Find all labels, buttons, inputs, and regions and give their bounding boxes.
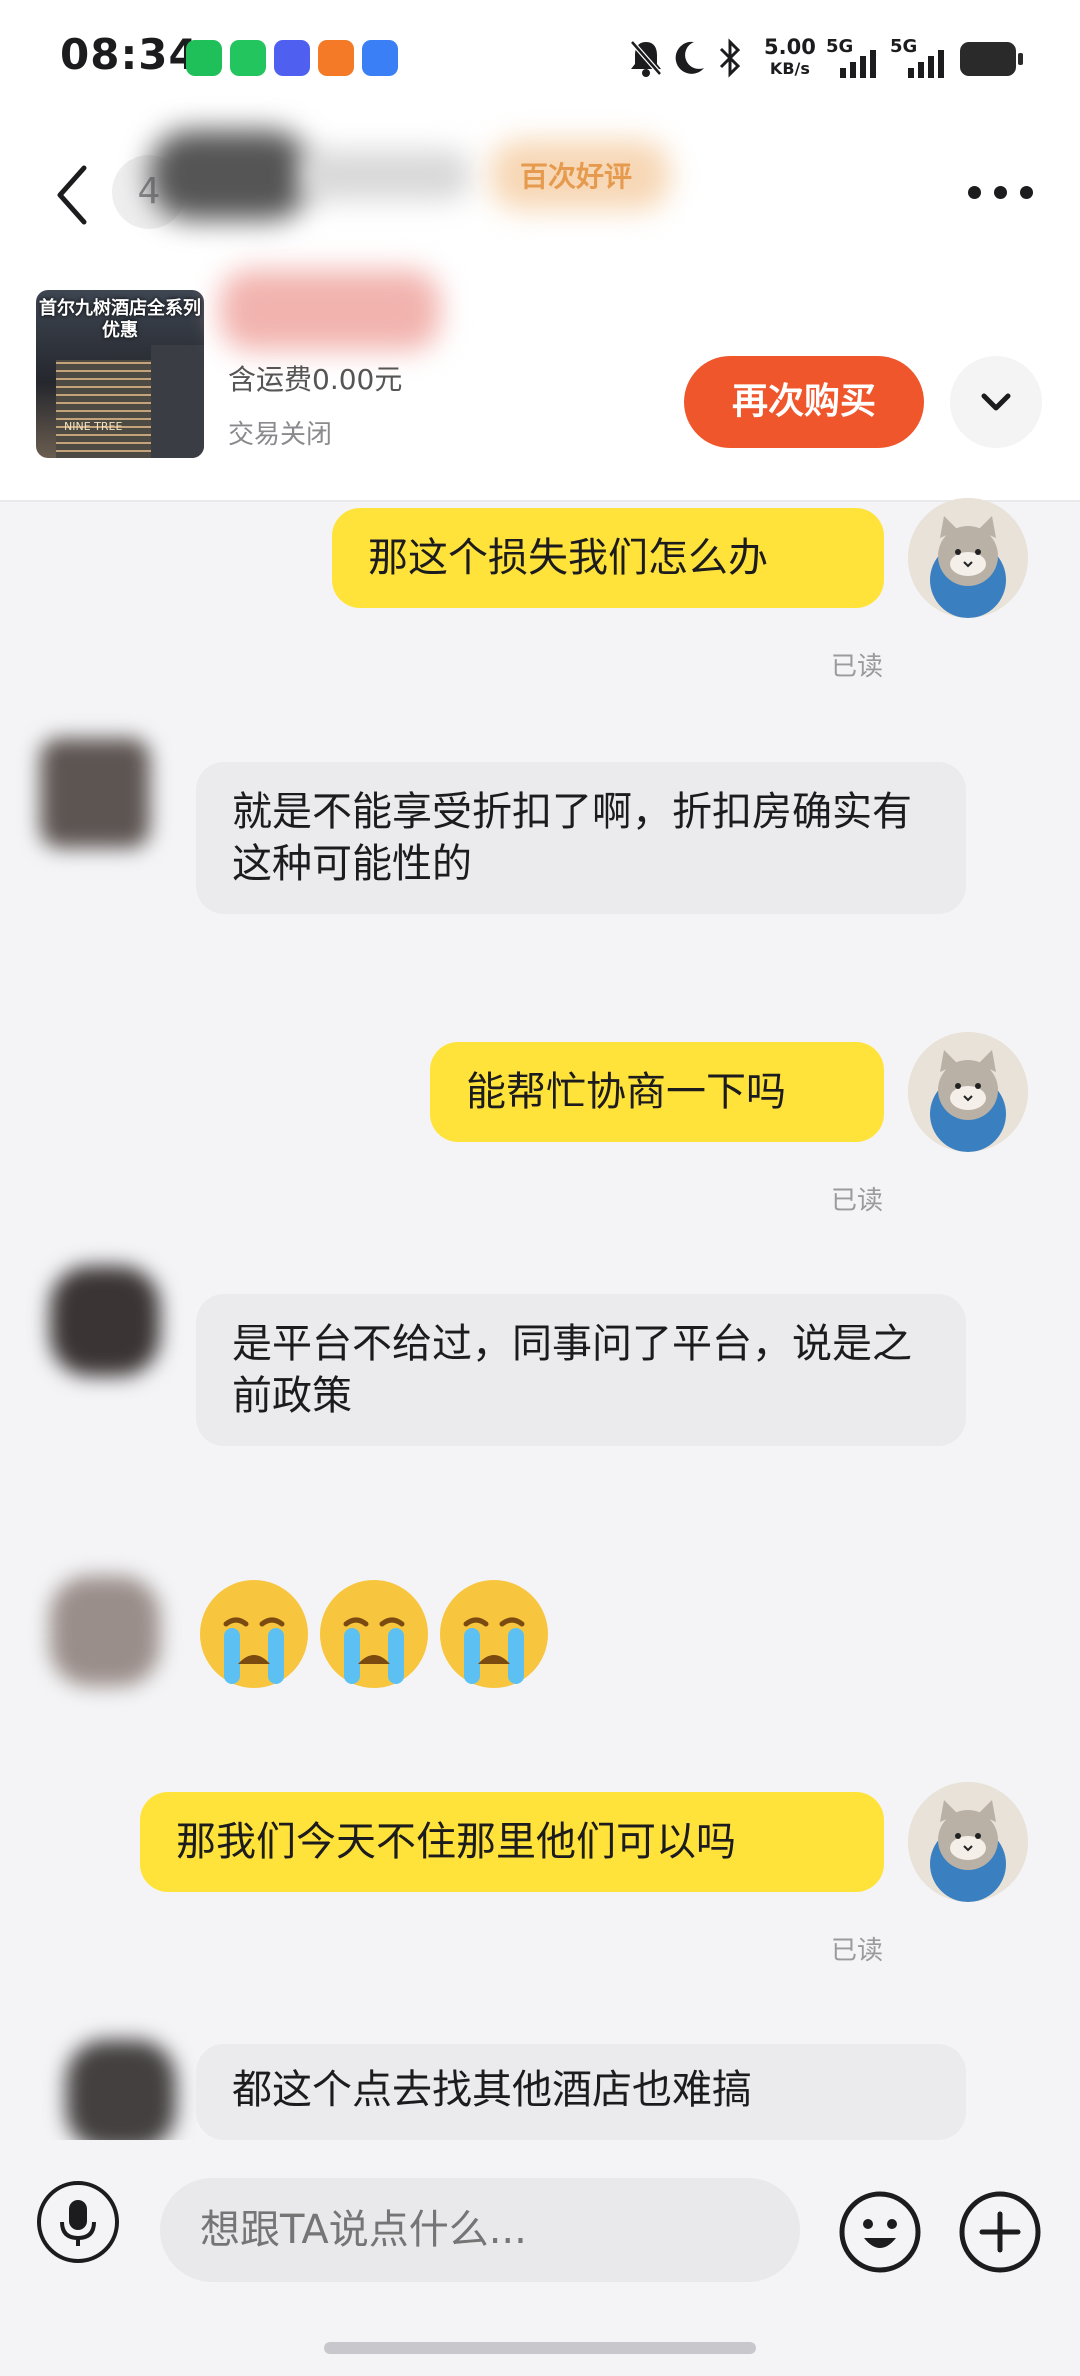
my-avatar[interactable] bbox=[908, 1782, 1028, 1902]
smiley-icon[interactable] bbox=[838, 2190, 922, 2274]
their-message-bubble[interactable]: 是平台不给过，同事问了平台，说是之前政策 bbox=[196, 1294, 966, 1446]
status-time: 08:34 bbox=[60, 30, 199, 79]
contact-avatar[interactable] bbox=[40, 1566, 170, 1696]
my-message-bubble[interactable]: 能帮忙协商一下吗 bbox=[430, 1042, 884, 1142]
battery-icon bbox=[960, 42, 1023, 76]
my-message-bubble[interactable]: 那我们今天不住那里他们可以吗 bbox=[140, 1792, 884, 1892]
cat-avatar-icon bbox=[908, 1032, 1028, 1152]
thumbnail-building-2 bbox=[151, 345, 204, 458]
net-speed-unit: KB/s bbox=[769, 59, 810, 78]
order-status: 交易关闭 bbox=[228, 420, 333, 450]
shipping-fee: 含运费0.00元 bbox=[228, 363, 403, 396]
contact-avatar[interactable] bbox=[40, 1256, 170, 1386]
contact-name-blurred bbox=[300, 150, 470, 200]
rating-badge: 百次好评 bbox=[520, 160, 633, 193]
message-input[interactable] bbox=[160, 2178, 800, 2282]
moon-icon bbox=[675, 41, 704, 74]
plus-icon[interactable] bbox=[958, 2190, 1042, 2274]
net-speed-value: 5.00 bbox=[764, 35, 816, 59]
price-blurred bbox=[220, 270, 440, 350]
app-icon bbox=[318, 40, 354, 76]
their-message-bubble[interactable]: 就是不能享受折扣了啊，折扣房确实有这种可能性的 bbox=[196, 762, 966, 914]
read-receipt: 已读 bbox=[830, 652, 883, 682]
my-message-bubble[interactable]: 那这个损失我们怎么办 bbox=[332, 508, 884, 608]
cat-avatar-icon bbox=[908, 498, 1028, 618]
phone-icon bbox=[230, 40, 266, 76]
status-bar: 08:34 5.00 KB/s 5G 5G bbox=[0, 0, 1080, 120]
bluetooth-icon bbox=[719, 38, 741, 78]
browser-icon bbox=[362, 40, 398, 76]
read-receipt: 已读 bbox=[830, 1186, 883, 1216]
back-arrow-icon[interactable] bbox=[50, 160, 94, 230]
crying-face-icon bbox=[440, 1580, 548, 1688]
crying-face-icon bbox=[320, 1580, 428, 1688]
product-thumbnail-caption: 首尔九树酒店全系列优惠 bbox=[39, 298, 201, 341]
input-bar bbox=[0, 2140, 1080, 2376]
microphone-icon[interactable] bbox=[36, 2180, 120, 2264]
cat-avatar-icon bbox=[908, 1782, 1028, 1902]
thumbnail-sign: NINE TREE bbox=[64, 420, 123, 433]
product-thumbnail[interactable]: 首尔九树酒店全系列优惠 NINE TREE bbox=[36, 290, 204, 458]
chevron-down-icon[interactable] bbox=[950, 356, 1042, 448]
signal-icon bbox=[908, 50, 944, 78]
rebuy-button[interactable]: 再次购买 bbox=[684, 356, 924, 448]
vivo-icon bbox=[274, 40, 310, 76]
chat-header: 4 百次好评 首尔九树酒店全系列优惠 NINE TREE 含运费0.00元 交易… bbox=[0, 120, 1080, 502]
read-receipt: 已读 bbox=[830, 1936, 883, 1966]
contact-avatar[interactable] bbox=[30, 728, 160, 858]
mute-bell-icon bbox=[630, 40, 662, 77]
contact-avatar-blurred bbox=[150, 130, 310, 220]
their-message-bubble[interactable]: 都这个点去找其他酒店也难搞 bbox=[196, 2044, 966, 2140]
thumbnail-building bbox=[56, 360, 166, 458]
more-dots-icon[interactable] bbox=[968, 182, 1038, 202]
wechat-icon bbox=[186, 40, 222, 76]
crying-face-icon bbox=[200, 1580, 308, 1688]
my-avatar[interactable] bbox=[908, 1032, 1028, 1152]
home-indicator[interactable] bbox=[324, 2342, 756, 2354]
signal-icon bbox=[840, 50, 876, 78]
my-avatar[interactable] bbox=[908, 498, 1028, 618]
net-speed: 5.00 KB/s bbox=[764, 36, 816, 80]
